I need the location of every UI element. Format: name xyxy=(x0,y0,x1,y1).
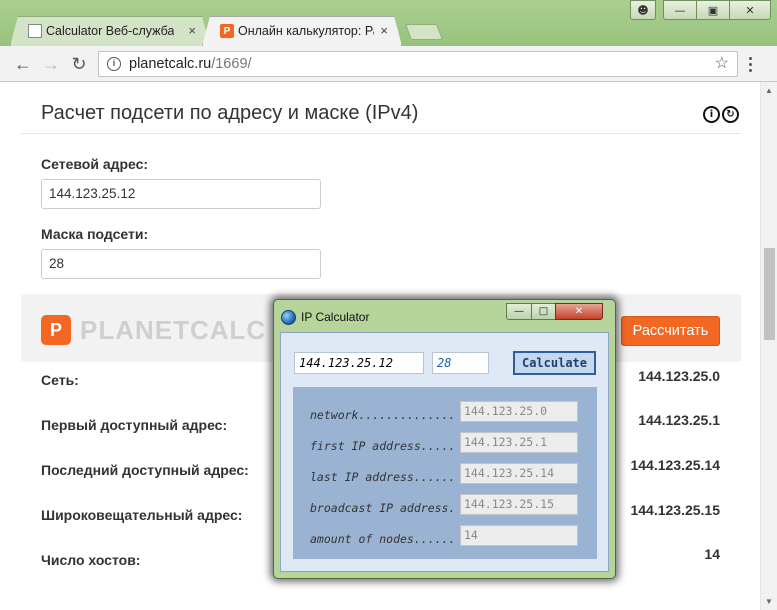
result-value-network: 144.123.25.0 xyxy=(638,368,720,384)
ip-row-value-broadcast: 144.123.25.15 xyxy=(460,494,578,515)
url-path: /1669/ xyxy=(211,56,252,72)
planetcalc-logo-icon: P xyxy=(41,315,71,345)
ip-row-value-first: 144.123.25.1 xyxy=(460,432,578,453)
ip-window-maximize-button[interactable]: □ xyxy=(531,303,556,320)
ip-row-value-last: 144.123.25.14 xyxy=(460,463,578,484)
title-divider xyxy=(21,133,741,134)
url-host: planetcalc.ru xyxy=(129,56,212,72)
ip-results-panel: network.............. 144.123.25.0 first… xyxy=(293,387,597,559)
ip-row-label-network: network.............. xyxy=(310,408,456,422)
window-controls: ☻ — ▣ ✕ xyxy=(630,0,771,20)
result-label-broadcast: Широковещательный адрес: xyxy=(41,507,243,523)
ip-window-controls: — □ ✕ xyxy=(506,303,603,320)
subnet-mask-input[interactable]: 28 xyxy=(41,249,321,279)
result-label-network: Сеть: xyxy=(41,372,79,388)
ip-address-input[interactable]: 144.123.25.12 xyxy=(294,352,424,374)
user-profile-icon[interactable]: ☻ xyxy=(630,0,656,20)
calculate-button[interactable]: Рассчитать xyxy=(621,316,720,346)
ip-row-value-network: 144.123.25.0 xyxy=(460,401,578,422)
license-icons: i ↻ xyxy=(703,106,739,123)
browser-menu-icon[interactable] xyxy=(749,57,753,75)
brand-name: PLANETCALC xyxy=(80,315,267,345)
result-value-broadcast: 144.123.25.15 xyxy=(630,502,720,518)
network-address-label: Сетевой адрес: xyxy=(41,156,149,172)
globe-icon xyxy=(281,310,296,325)
ip-row-label-broadcast: broadcast IP address. xyxy=(310,501,456,515)
scroll-up-arrow-icon[interactable]: ▲ xyxy=(765,86,773,95)
result-label-last-address: Последний доступный адрес: xyxy=(41,462,249,478)
result-value-last-address: 144.123.25.14 xyxy=(630,457,720,473)
ip-window-body: 144.123.25.12 28 Calculate network......… xyxy=(280,332,609,572)
page-title: Расчет подсети по адресу и маске (IPv4) xyxy=(41,102,419,124)
tab-online-calculator[interactable]: P Онлайн калькулятор: Ра × xyxy=(202,16,402,46)
subnet-mask-label: Маска подсети: xyxy=(41,226,149,242)
planetcalc-favicon-icon: P xyxy=(220,24,234,38)
ip-row-value-nodes: 14 xyxy=(460,525,578,546)
ip-row-label-last: last IP address...... xyxy=(310,470,456,484)
bookmark-star-icon[interactable]: ☆ xyxy=(715,52,729,76)
attribution-icon[interactable]: i xyxy=(703,106,720,123)
ip-window-minimize-button[interactable]: — xyxy=(506,303,532,320)
scrollbar-thumb[interactable] xyxy=(764,248,775,340)
result-value-first-address: 144.123.25.1 xyxy=(638,412,720,428)
close-tab-icon[interactable]: × xyxy=(380,23,388,38)
address-bar[interactable]: i planetcalc.ru/1669/ ☆ xyxy=(98,51,738,77)
ip-window-close-button[interactable]: ✕ xyxy=(555,303,603,320)
browser-title-bar: ☻ — ▣ ✕ Calculator Веб-служба × P Онлайн… xyxy=(0,0,777,46)
tab-label: Calculator Веб-служба xyxy=(46,24,175,38)
tab-strip: Calculator Веб-служба × P Онлайн калькул… xyxy=(10,16,443,46)
page-scrollbar[interactable]: ▲ ▼ xyxy=(760,82,777,610)
maximize-button[interactable]: ▣ xyxy=(696,0,730,20)
reload-icon[interactable]: ↻ xyxy=(68,54,90,74)
ip-mask-input[interactable]: 28 xyxy=(432,352,489,374)
share-alike-icon[interactable]: ↻ xyxy=(722,106,739,123)
ip-calculator-window: IP Calculator — □ ✕ 144.123.25.12 28 Cal… xyxy=(273,299,616,579)
result-label-first-address: Первый доступный адрес: xyxy=(41,417,228,433)
tab-calculator-service[interactable]: Calculator Веб-служба × xyxy=(10,16,210,46)
ip-window-title: IP Calculator xyxy=(301,310,370,324)
result-label-host-count: Число хостов: xyxy=(41,552,141,568)
new-tab-button[interactable] xyxy=(405,24,443,40)
ip-row-label-first: first IP address..... xyxy=(310,439,456,453)
back-arrow-icon[interactable]: ← xyxy=(12,54,34,74)
network-address-input[interactable]: 144.123.25.12 xyxy=(41,179,321,209)
ip-row-label-nodes: amount of nodes...... xyxy=(310,532,456,546)
ip-calculate-button[interactable]: Calculate xyxy=(513,351,596,375)
forward-arrow-icon[interactable]: → xyxy=(40,54,62,74)
tab-label: Онлайн калькулятор: Ра xyxy=(238,24,374,38)
browser-toolbar: ← → ↻ i planetcalc.ru/1669/ ☆ xyxy=(0,46,777,82)
close-tab-icon[interactable]: × xyxy=(188,23,196,38)
scroll-down-arrow-icon[interactable]: ▼ xyxy=(765,597,773,606)
site-info-icon[interactable]: i xyxy=(107,57,121,71)
close-window-button[interactable]: ✕ xyxy=(729,0,771,20)
result-value-host-count: 14 xyxy=(704,546,720,562)
minimize-button[interactable]: — xyxy=(663,0,697,20)
document-icon xyxy=(28,24,42,38)
